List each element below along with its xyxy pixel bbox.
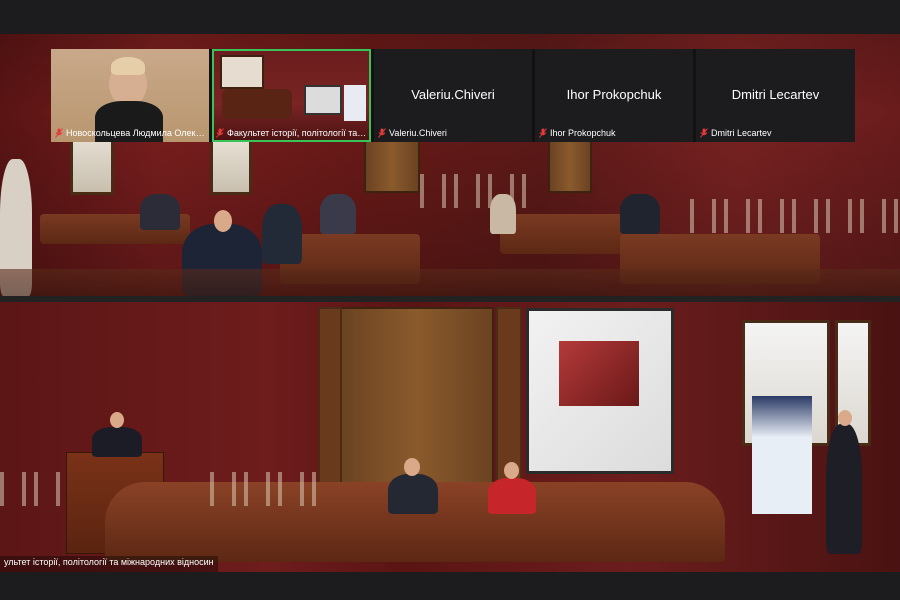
- top-bar: [0, 0, 900, 34]
- floor: [0, 269, 900, 296]
- room-door: [548, 139, 592, 193]
- chair-row: [690, 199, 900, 233]
- presidium-member: [488, 478, 536, 514]
- conference-table: [500, 214, 630, 254]
- speaker-head: [110, 412, 124, 428]
- main-video-name-label: ультет історії, політології та міжнародн…: [0, 556, 218, 572]
- participant-tile[interactable]: Dmitri Lecartev Dmitri Lecartev: [696, 49, 855, 142]
- room-window: [210, 134, 252, 195]
- projected-video: [559, 341, 639, 406]
- projection-screen: [304, 85, 342, 115]
- attendee-head: [214, 210, 232, 232]
- main-video-feed-lower: [0, 302, 900, 572]
- participant-name-label: Dmitri Lecartev: [700, 128, 851, 138]
- room-window: [220, 55, 264, 89]
- presidium-member: [388, 474, 438, 514]
- participant-name-label: Ihor Prokopchuk: [539, 128, 689, 138]
- chair-row: [420, 174, 540, 208]
- microphone-muted-icon: [216, 128, 224, 138]
- participant-display-name: Valeriu.Chiveri: [411, 87, 495, 102]
- standing-person: [826, 424, 862, 554]
- microphone-muted-icon: [55, 128, 63, 138]
- room-window: [344, 85, 366, 121]
- microphone-muted-icon: [700, 128, 708, 138]
- participant-display-name: Dmitri Lecartev: [731, 87, 820, 102]
- microphone-muted-icon: [378, 128, 386, 138]
- participant-tile[interactable]: Ihor Prokopchuk Ihor Prokopchuk: [535, 49, 693, 142]
- conference-table: [222, 89, 292, 119]
- participant-display-name: Ihor Prokopchuk: [566, 87, 662, 102]
- participant-tile-active-speaker[interactable]: Факультет історії, політології та міжна.…: [212, 49, 371, 142]
- participant-tile[interactable]: Новоскольцева Людмила Олексан...: [51, 49, 209, 142]
- presidium-member-head: [404, 458, 420, 476]
- presidium-member-head: [504, 462, 519, 479]
- event-banner: [752, 396, 812, 514]
- standing-person-head: [838, 410, 852, 426]
- participant-name-label: Valeriu.Chiveri: [378, 128, 528, 138]
- attendee: [262, 204, 302, 264]
- chair-row: [210, 472, 330, 506]
- bottom-bar: [0, 572, 900, 600]
- room-door: [364, 139, 420, 193]
- attendee: [320, 194, 356, 234]
- chair-row: [0, 472, 60, 506]
- participant-strip: Новоскольцева Людмила Олексан... Факульт…: [51, 49, 855, 142]
- microphone-muted-icon: [539, 128, 547, 138]
- attendee: [620, 194, 660, 234]
- attendee: [140, 194, 180, 230]
- participant-hair: [111, 57, 145, 75]
- participant-tile[interactable]: Valeriu.Chiveri Valeriu.Chiveri: [374, 49, 532, 142]
- attendee: [490, 194, 516, 234]
- participant-name-label: Новоскольцева Людмила Олексан...: [55, 128, 205, 138]
- participant-name-label: Факультет історії, політології та міжна.…: [216, 128, 367, 138]
- projection-screen: [526, 308, 674, 474]
- speaker: [92, 427, 142, 457]
